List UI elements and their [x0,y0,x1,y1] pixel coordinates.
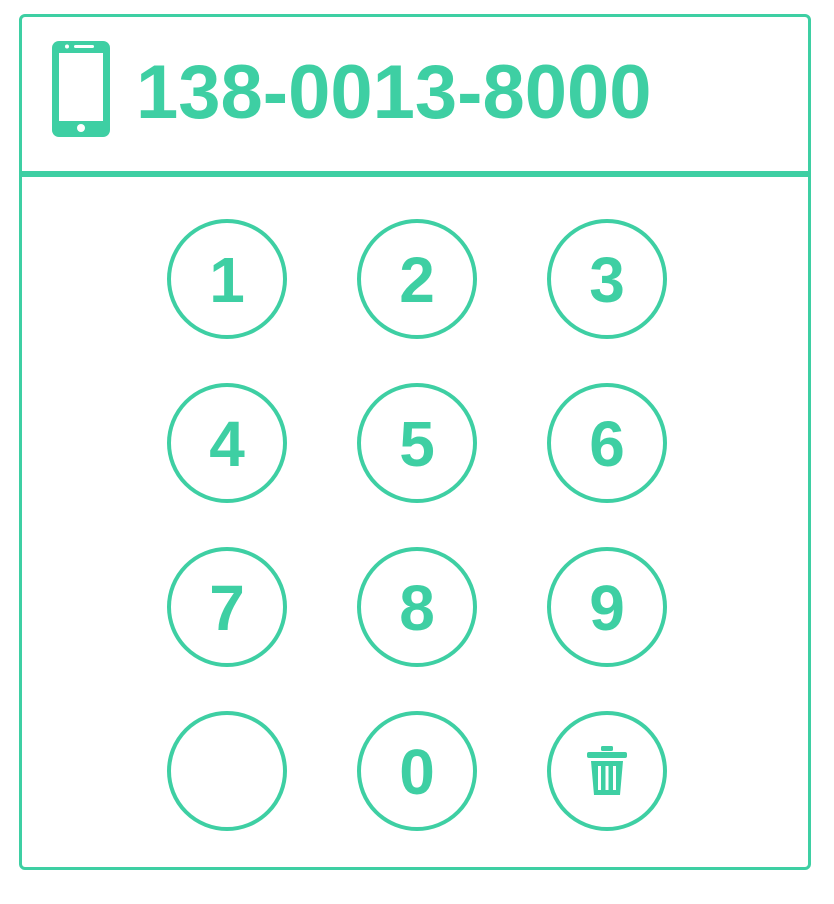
smartphone-icon [52,41,110,137]
key-label: 3 [589,244,625,316]
header-divider [22,171,808,177]
key-label: 5 [399,408,435,480]
key-5[interactable]: 5 [357,383,477,503]
key-blank[interactable] [167,711,287,831]
key-3[interactable]: 3 [547,219,667,339]
number-display: 138-0013-8000 [22,17,808,175]
key-4[interactable]: 4 [167,383,287,503]
key-label: 9 [589,572,625,644]
key-6[interactable]: 6 [547,383,667,503]
phone-number-text: 138-0013-8000 [136,50,652,135]
delete-button[interactable] [547,711,667,831]
key-label: 1 [209,244,245,316]
key-1[interactable]: 1 [167,219,287,339]
key-label: 6 [589,408,625,480]
key-label: 4 [209,408,245,480]
key-9[interactable]: 9 [547,547,667,667]
trash-icon [587,746,627,795]
key-7[interactable]: 7 [167,547,287,667]
key-label: 2 [399,244,435,316]
key-label: 8 [399,572,435,644]
key-2[interactable]: 2 [357,219,477,339]
key-8[interactable]: 8 [357,547,477,667]
key-label: 0 [399,736,435,808]
key-0[interactable]: 0 [357,711,477,831]
key-label: 7 [209,572,245,644]
